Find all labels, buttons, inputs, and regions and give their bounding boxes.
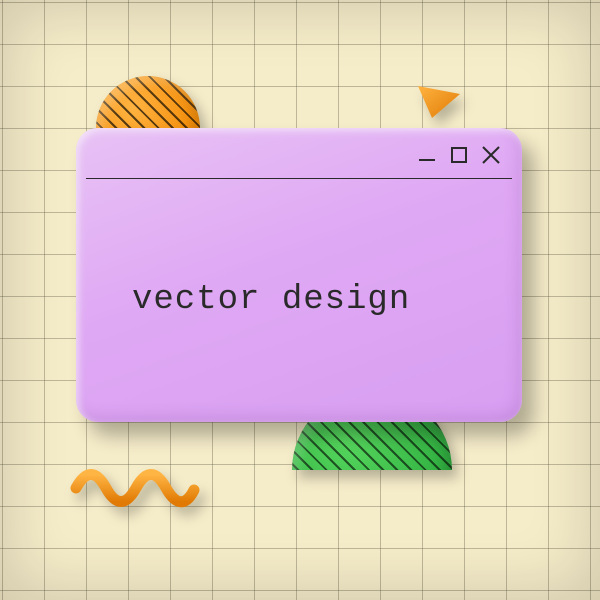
window-content: vector design bbox=[76, 178, 522, 422]
minimize-icon[interactable] bbox=[416, 144, 438, 166]
decor-triangle-orange bbox=[416, 84, 462, 125]
close-icon[interactable] bbox=[480, 144, 502, 166]
maximize-icon[interactable] bbox=[448, 144, 470, 166]
retro-window: vector design bbox=[76, 128, 522, 422]
window-controls bbox=[416, 144, 502, 166]
decor-squiggle-orange bbox=[70, 460, 200, 515]
window-text: vector design bbox=[132, 281, 410, 319]
artboard: vector design bbox=[0, 0, 600, 600]
